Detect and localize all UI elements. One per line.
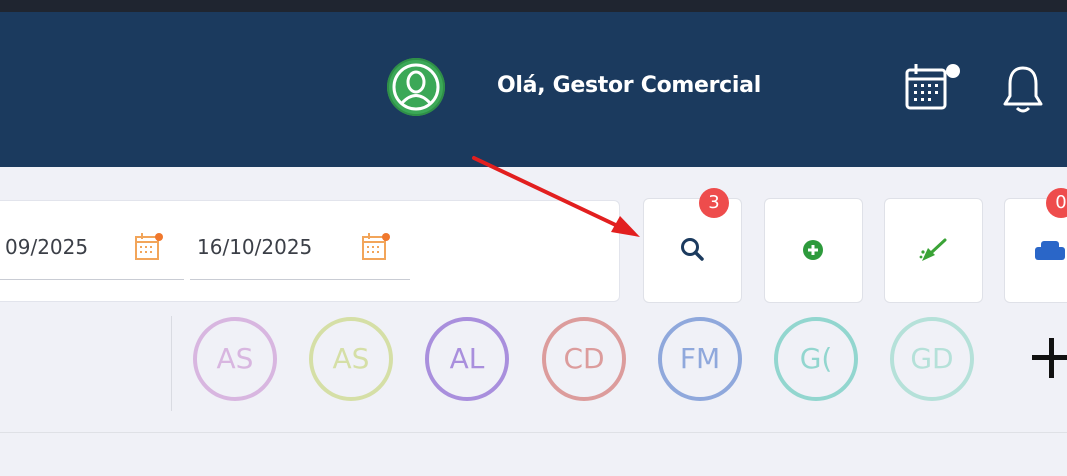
start-date-underline [0, 279, 184, 280]
user-chip-6[interactable]: G( [774, 317, 858, 401]
clear-filters-button[interactable] [884, 198, 983, 303]
user-chip-1[interactable]: AS [193, 317, 277, 401]
date-range-filter: 09/2025 16/10/2025 [0, 200, 620, 302]
start-date-input[interactable]: 09/2025 [5, 235, 88, 259]
search-count-badge: 3 [699, 188, 729, 218]
user-chip-7[interactable]: GD [890, 317, 974, 401]
user-chip-2[interactable]: AS [309, 317, 393, 401]
greeting-text: Olá, Gestor Comercial [497, 73, 761, 98]
user-chip-5[interactable]: FM [658, 317, 742, 401]
search-icon [681, 238, 704, 261]
start-date-calendar-icon[interactable] [134, 231, 164, 267]
car-icon [1035, 241, 1065, 260]
add-button[interactable] [764, 198, 863, 303]
user-avatar-icon[interactable] [387, 58, 445, 116]
user-chip-4[interactable]: CD [542, 317, 626, 401]
end-date-underline [190, 279, 410, 280]
end-date-calendar-icon[interactable] [361, 231, 391, 267]
calendar-icon[interactable] [904, 62, 964, 116]
end-date-input[interactable]: 16/10/2025 [197, 235, 312, 259]
search-button[interactable] [643, 198, 742, 303]
section-divider [0, 432, 1067, 433]
add-user-icon[interactable] [1032, 338, 1067, 378]
window-top-strip [0, 0, 1067, 12]
broom-icon [919, 238, 947, 261]
vertical-divider [171, 316, 172, 411]
user-chip-3[interactable]: AL [425, 317, 509, 401]
add-circle-icon [803, 240, 823, 260]
bell-icon[interactable] [1003, 64, 1043, 120]
